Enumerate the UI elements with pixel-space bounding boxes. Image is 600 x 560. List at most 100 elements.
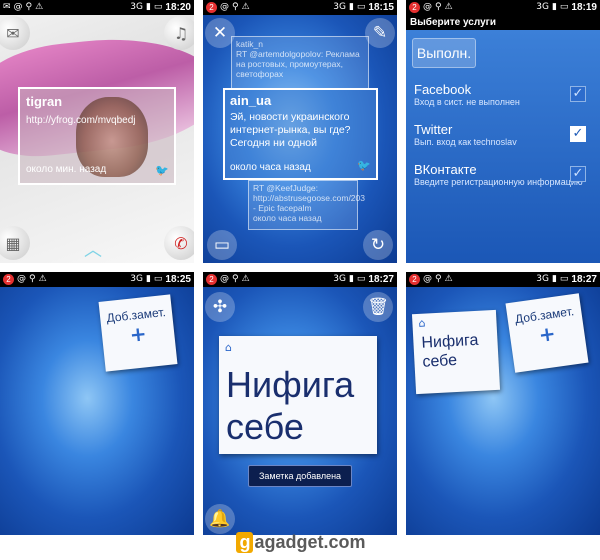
status-bar: ✉ @ ⚲ ⚠ 3G ▮ ▭ 18:20 [0,0,194,15]
twitter-checkbox[interactable]: ✓ [570,126,586,142]
tweet-body: Эй, новости украинского интернет-рынка, … [230,111,351,149]
tweet-card[interactable]: ain_ua Эй, новости украинского интернет-… [223,88,378,180]
phone-screen-add-note: 2 @ ⚲ ⚠ 3G ▮ ▭ 18:25 Доб.замет. + [0,272,194,535]
messaging-icon[interactable]: ✉ [0,16,30,50]
tweet-card-behind-top: katik_n RT @artemdolgopolov: Реклама на … [231,36,369,90]
tweet-author: tigran [26,94,63,109]
clock: 18:19 [571,2,597,13]
service-name: Twitter [414,122,453,137]
note-text: Нифига себе [226,364,354,448]
refresh-icon[interactable]: ↻ [363,230,393,260]
status-bar: 2 @ ⚲ ⚠ 3G ▮ ▭ 18:25 [0,272,194,287]
service-status: Введите регистрационную информацию [414,177,583,187]
add-note-sticky[interactable]: Доб.замет. + [98,294,178,372]
clock: 18:15 [368,2,394,13]
warning-icon: ⚠ [241,274,250,284]
tweet-time-behind: около часа назад [253,213,322,223]
signal-icon: ▮ [551,2,557,12]
notification-badge: 2 [409,274,420,285]
service-facebook[interactable]: Facebook Вход в сист. не выполнен ✓ [414,82,592,108]
service-status: Вход в сист. не выполнен [414,97,520,107]
tweet-time: около часа назад [230,162,311,173]
tweet-author-behind: katik_n [236,39,263,49]
tweet-link[interactable]: http://yfrog.com/mvqbedj [26,115,136,126]
notification-badge: 2 [206,274,217,285]
warning-icon: ⚠ [444,274,453,284]
site-watermark: g agadget.com [212,529,390,555]
battery-icon: ▭ [153,274,163,284]
battery-icon: ▭ [356,2,366,12]
at-icon: @ [13,2,23,12]
comment-icon[interactable]: ▭ [207,230,237,260]
notification-badge: 2 [3,274,14,285]
at-icon: @ [220,274,229,284]
network-icon: 3G [130,2,143,12]
apps-grid-icon[interactable]: ▦ [0,226,30,260]
chevron-up-icon[interactable]: ︿ [84,236,102,262]
service-vkontakte[interactable]: ВКонтакте Введите регистрационную информ… [414,162,592,188]
battery-icon: ▭ [356,274,366,284]
phone-screen-notes-home: 2 @ ⚲ ⚠ 3G ▮ ▭ 18:27 ⌂ Нифига себе Доб.з… [406,272,600,535]
status-bar: 2 @ ⚲ ⚠ 3G ▮ ▭ 18:27 [203,272,397,287]
signal-icon: ▮ [348,274,354,284]
note-text-line: Нифига [226,364,355,405]
phone-screen-note-added: 2 @ ⚲ ⚠ 3G ▮ ▭ 18:27 ✣ 🗑 ⌂ Нифига себе З… [203,272,397,535]
service-name: Facebook [414,82,472,97]
note-text-line: Нифига [421,331,479,352]
compose-tweet-icon[interactable]: ✎ [365,18,395,48]
usb-icon: ⚲ [29,274,36,284]
battery-icon: ▭ [153,2,163,12]
clock: 18:27 [368,274,394,285]
dialog-title: Выберите услуги [406,15,600,30]
clock: 18:20 [165,2,191,13]
note-text-line: себе [226,406,304,447]
warning-icon: ⚠ [35,2,44,12]
move-widget-icon[interactable]: ✣ [205,292,235,322]
network-icon: 3G [536,2,549,12]
music-icon[interactable]: ♫ [164,16,194,50]
at-icon: @ [423,2,432,12]
phone-screen-twitter-stack: 2 @ ⚲ ⚠ 3G ▮ ▭ 18:15 ✕ ✎ katik_n RT @art… [203,0,397,263]
network-icon: 3G [130,274,143,284]
screenshot-collage: ✉ @ ⚲ ⚠ 3G ▮ ▭ 18:20 ✉ ♫ tigran http://y… [0,0,600,560]
vkontakte-checkbox[interactable]: ✓ [570,166,586,182]
status-bar: 2 @ ⚲ ⚠ 3G ▮ ▭ 18:19 [406,0,600,15]
note-widget[interactable]: ⌂ Нифига себе [411,309,501,395]
signal-icon: ▮ [348,2,354,12]
service-twitter[interactable]: Twitter Вып. вход как technoslav ✓ [414,122,592,148]
usb-icon: ⚲ [435,274,442,284]
usb-icon: ⚲ [435,2,442,12]
service-name: ВКонтакте [414,162,477,177]
at-icon: @ [423,274,432,284]
status-bar: 2 @ ⚲ ⚠ 3G ▮ ▭ 18:27 [406,272,600,287]
clock: 18:27 [571,274,597,285]
warning-icon: ⚠ [38,274,47,284]
notification-badge: 2 [206,2,217,13]
phone-icon[interactable]: ✆ [164,226,194,260]
notification-badge: 2 [409,2,420,13]
twitter-bird-icon: 🐦 [155,165,169,177]
done-button[interactable]: Выполн. [412,38,476,68]
watermark-text: agadget.com [254,531,366,552]
usb-icon: ⚲ [25,2,33,12]
tweet-card[interactable]: tigran http://yfrog.com/mvqbedj около ми… [18,87,176,185]
add-note-sticky[interactable]: Доб.замет. + [505,293,589,373]
network-icon: 3G [333,2,346,12]
network-icon: 3G [333,274,346,284]
home-icon: ⌂ [418,316,426,330]
signal-icon: ▮ [145,2,151,12]
usb-icon: ⚲ [232,274,239,284]
watermark-cap: g [236,531,254,553]
trash-icon[interactable]: 🗑 [363,292,393,322]
warning-icon: ⚠ [241,2,250,12]
phone-screen-twitter-widget-pink: ✉ @ ⚲ ⚠ 3G ▮ ▭ 18:20 ✉ ♫ tigran http://y… [0,0,194,263]
battery-icon: ▭ [559,2,569,12]
battery-icon: ▭ [559,274,569,284]
note-widget[interactable]: ⌂ Нифига себе [219,336,377,454]
warning-icon: ⚠ [444,2,453,12]
toast-message: Заметка добавлена [248,465,352,487]
usb-icon: ⚲ [232,2,239,12]
signal-icon: ▮ [145,274,151,284]
clock: 18:25 [165,274,191,285]
facebook-checkbox[interactable]: ✓ [570,86,586,102]
